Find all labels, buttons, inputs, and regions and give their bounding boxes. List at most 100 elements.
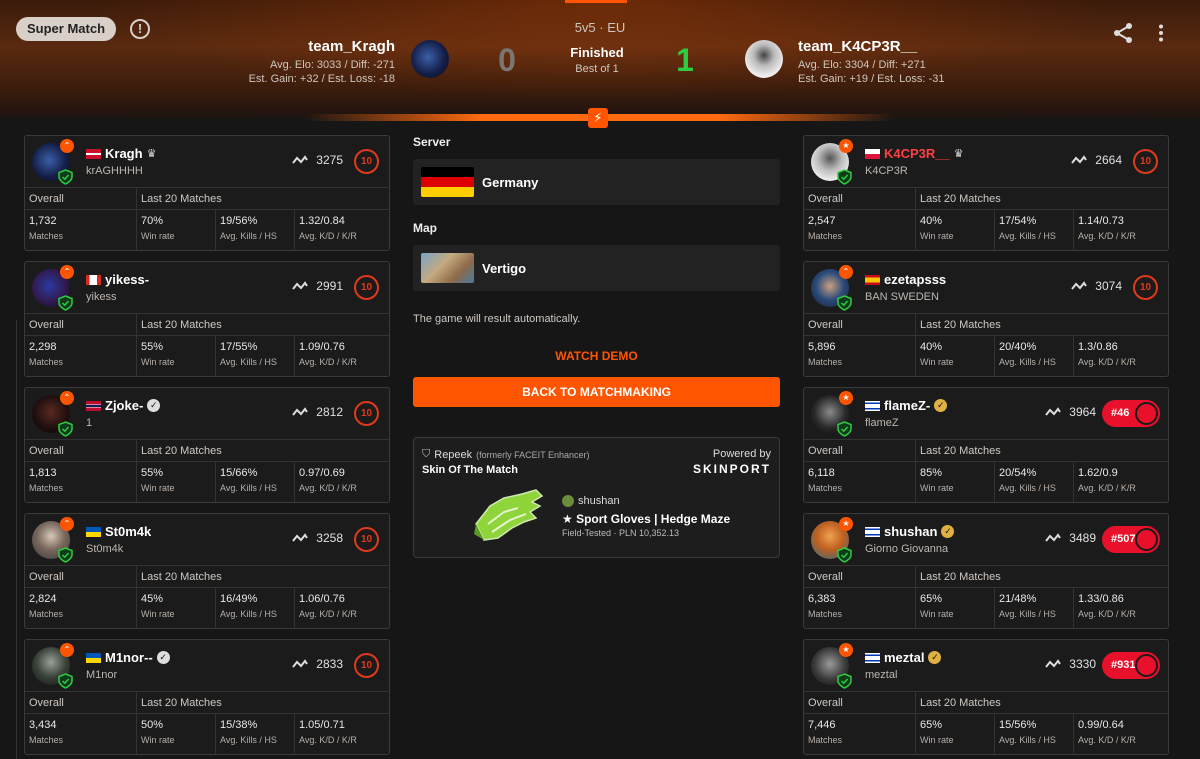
elo-graph-icon bbox=[1045, 407, 1062, 416]
shield-icon bbox=[58, 169, 73, 185]
skill-level-badge: 10 bbox=[354, 527, 379, 552]
stat-matches: 7,446 bbox=[808, 719, 836, 731]
team-right[interactable]: team_K4CP3R__ Avg. Elo: 3304 / Diff: +27… bbox=[798, 38, 944, 86]
team-left[interactable]: team_Kragh Avg. Elo: 3033 / Diff: -271 E… bbox=[249, 38, 395, 86]
player-elo: 3275 bbox=[316, 153, 343, 167]
stat-kills: 15/56% bbox=[999, 719, 1037, 731]
player-name[interactable]: Kragh bbox=[105, 146, 143, 161]
team-right-avatar[interactable] bbox=[745, 40, 783, 78]
server-name: Germany bbox=[482, 174, 539, 190]
stat-winrate: 50% bbox=[141, 719, 164, 731]
chevron-up-icon: ⌃ bbox=[839, 265, 853, 279]
share-icon[interactable] bbox=[1112, 22, 1134, 44]
player-name[interactable]: Zjoke- bbox=[105, 398, 143, 413]
player-nickname: krAGHHHH bbox=[86, 165, 143, 177]
player-nickname: St0m4k bbox=[86, 543, 124, 555]
stat-label: Avg. K/D / K/R bbox=[299, 483, 357, 493]
overall-label: Overall bbox=[804, 440, 916, 461]
player-card[interactable]: ⌃ Zjoke- ✓ 1 2812 10 Overall Last 20 Matc… bbox=[24, 387, 390, 503]
last20-label: Last 20 Matches bbox=[141, 445, 222, 457]
rank-number: #931 bbox=[1111, 659, 1136, 671]
player-nickname: yikess bbox=[86, 291, 117, 303]
elo-graph-icon bbox=[1045, 659, 1062, 668]
player-card[interactable]: ★ K4CP3R__ ♛ K4CP3R 2664 10 Overall Last … bbox=[803, 135, 1169, 251]
stat-label: Matches bbox=[29, 483, 64, 493]
player-card[interactable]: ⌃ Kragh ♛ krAGHHHH 3275 10 Overall Last 2… bbox=[24, 135, 390, 251]
stat-label: Matches bbox=[29, 735, 64, 745]
watch-demo-link[interactable]: WATCH DEMO bbox=[413, 349, 780, 363]
stat-label: Avg. K/D / K/R bbox=[299, 735, 357, 745]
player-nickname: flameZ bbox=[865, 417, 899, 429]
star-icon: ★ bbox=[839, 391, 853, 405]
stat-label: Avg. Kills / HS bbox=[220, 483, 277, 493]
shield-icon bbox=[58, 673, 73, 689]
skill-level-badge: 10 bbox=[354, 653, 379, 678]
team-left-avatar[interactable] bbox=[411, 40, 449, 78]
repeek-logo-icon: ⛉ bbox=[422, 448, 431, 460]
repeek-brand: ⛉ Repeek (formerly FACEIT Enhancer) bbox=[422, 448, 590, 461]
flag-spain-icon bbox=[865, 274, 880, 285]
player-card[interactable]: ⌃ St0m4k St0m4k 3258 10 Overall Last 20 M… bbox=[24, 513, 390, 629]
player-name[interactable]: shushan bbox=[884, 524, 937, 539]
player-name[interactable]: flameZ- bbox=[884, 398, 930, 413]
bolt-icon: ⚡ bbox=[588, 108, 608, 128]
stat-kills: 16/49% bbox=[220, 593, 258, 605]
stat-label: Win rate bbox=[920, 609, 954, 619]
verified-icon: ✓ bbox=[156, 651, 170, 664]
shield-icon bbox=[837, 547, 852, 563]
stat-kills: 17/54% bbox=[999, 215, 1037, 227]
shield-icon bbox=[837, 673, 852, 689]
stat-matches: 2,824 bbox=[29, 593, 57, 605]
stat-matches: 2,298 bbox=[29, 341, 57, 353]
shield-icon bbox=[58, 421, 73, 437]
flag-ukraine-icon bbox=[86, 652, 101, 663]
player-card[interactable]: ⌃ yikess- yikess 2991 10 Overall Last 20 … bbox=[24, 261, 390, 377]
skinport-logo[interactable]: SKINPORT bbox=[693, 462, 771, 476]
overall-label: Overall bbox=[25, 314, 137, 335]
server-label: Server bbox=[413, 135, 451, 149]
challenger-rank-badge: #46 bbox=[1102, 400, 1160, 427]
player-name[interactable]: meztal bbox=[884, 650, 924, 665]
stat-kills: 17/55% bbox=[220, 341, 258, 353]
player-elo: 3964 bbox=[1069, 405, 1096, 419]
player-card[interactable]: ★ meztal ✓ meztal 3330 #931 Overall Last … bbox=[803, 639, 1169, 755]
back-to-matchmaking-button[interactable]: BACK TO MATCHMAKING bbox=[413, 377, 780, 407]
player-name[interactable]: K4CP3R__ bbox=[884, 146, 950, 161]
info-icon[interactable]: ! bbox=[130, 19, 150, 39]
map-label: Map bbox=[413, 221, 437, 235]
player-elo: 3489 bbox=[1069, 531, 1096, 545]
stat-label: Win rate bbox=[920, 735, 954, 745]
stat-winrate: 65% bbox=[920, 719, 943, 731]
player-card[interactable]: ⌃ ezetapsss BAN SWEDEN 3074 10 Overall La… bbox=[803, 261, 1169, 377]
chevron-up-icon: ⌃ bbox=[60, 139, 74, 153]
skin-owner: shushan bbox=[562, 495, 620, 507]
stat-label: Matches bbox=[29, 357, 64, 367]
team-left-name[interactable]: team_Kragh bbox=[249, 38, 395, 55]
player-name[interactable]: M1nor-- bbox=[105, 650, 153, 665]
overall-label: Overall bbox=[804, 692, 916, 713]
active-tab-indicator bbox=[565, 0, 627, 3]
stat-kd: 1.14/0.73 bbox=[1078, 215, 1124, 227]
elo-graph-icon bbox=[292, 281, 309, 290]
powered-by-text: Powered by bbox=[712, 448, 771, 460]
last20-label: Last 20 Matches bbox=[920, 571, 1001, 583]
team-left-score: 0 bbox=[498, 42, 516, 78]
overall-label: Overall bbox=[25, 692, 137, 713]
player-card[interactable]: ★ shushan ✓ Giorno Giovanna 3489 #507 Ov… bbox=[803, 513, 1169, 629]
flag-israel-icon bbox=[865, 526, 880, 537]
stat-label: Win rate bbox=[141, 357, 175, 367]
player-name[interactable]: ezetapsss bbox=[884, 272, 946, 287]
player-card[interactable]: ★ flameZ- ✓ flameZ 3964 #46 Overall Last … bbox=[803, 387, 1169, 503]
star-icon: ★ bbox=[839, 643, 853, 657]
team-right-name[interactable]: team_K4CP3R__ bbox=[798, 38, 944, 55]
stat-kd: 0.97/0.69 bbox=[299, 467, 345, 479]
more-options-icon[interactable] bbox=[1158, 24, 1164, 42]
team-right-elo: Avg. Elo: 3304 / Diff: +271 bbox=[798, 59, 926, 71]
player-card[interactable]: ⌃ M1nor-- ✓ M1nor 2833 10 Overall Last 20… bbox=[24, 639, 390, 755]
stat-label: Matches bbox=[29, 609, 64, 619]
team-left-roster: ⌃ Kragh ♛ krAGHHHH 3275 10 Overall Last 2… bbox=[24, 135, 390, 759]
challenger-rank-badge: #931 bbox=[1102, 652, 1160, 679]
player-name[interactable]: St0m4k bbox=[105, 524, 151, 539]
player-name[interactable]: yikess- bbox=[105, 272, 149, 287]
skin-of-the-match-card[interactable]: ⛉ Repeek (formerly FACEIT Enhancer) Skin… bbox=[413, 437, 780, 558]
